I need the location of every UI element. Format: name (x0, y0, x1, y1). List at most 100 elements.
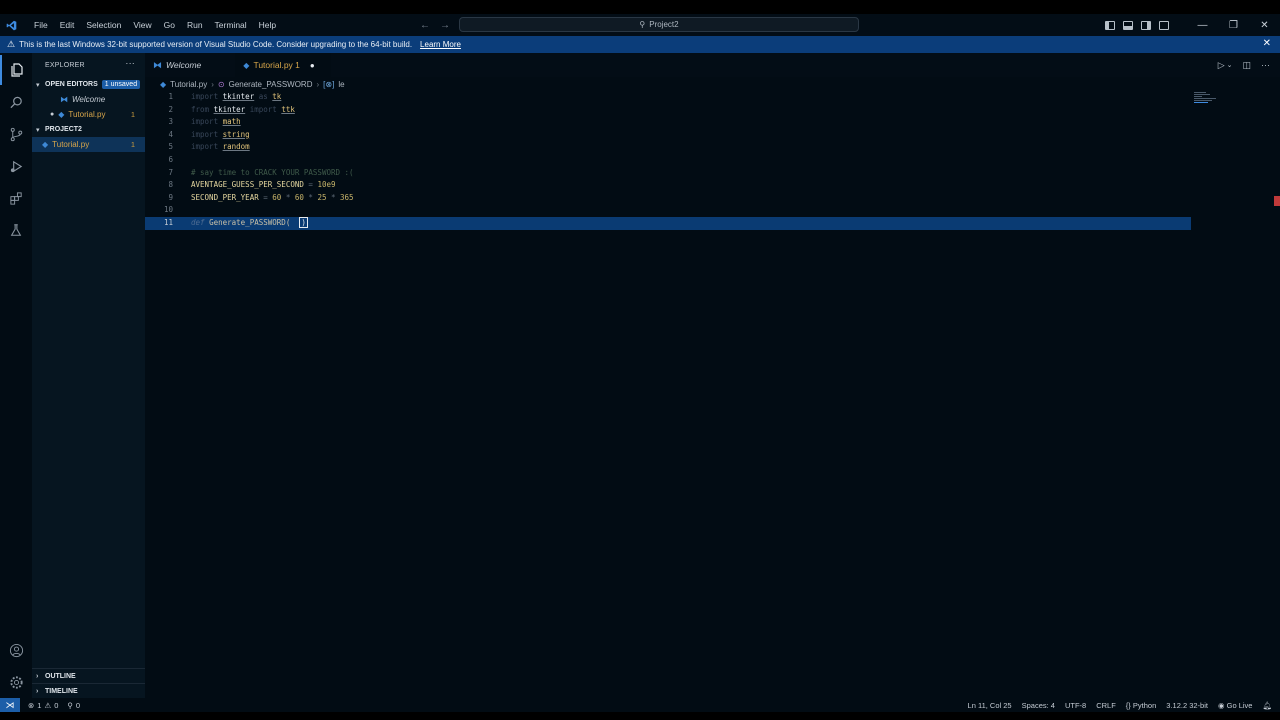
code-line: 5 import random (145, 141, 1191, 154)
menu-help[interactable]: Help (253, 20, 282, 30)
go-live-button[interactable]: ◉ Go Live (1218, 701, 1253, 710)
status-bar: ⋊ ⊗ 1 ⚠ 0 ⚲ 0 Ln 11, Col 25 Spaces: 4 UT… (0, 698, 1280, 712)
chevron-down-icon[interactable]: ⌄ (1227, 61, 1233, 69)
toggle-panel-icon[interactable] (1123, 20, 1133, 30)
end-of-line[interactable]: CRLF (1096, 701, 1116, 710)
extensions-icon[interactable] (0, 183, 32, 213)
code-line-current: 11 def Generate_PASSWORD( ) (145, 217, 1191, 230)
forward-arrow-icon[interactable]: → (440, 20, 450, 31)
vscode-file-icon: ⧓ (153, 59, 162, 70)
more-actions-icon[interactable]: ··· (125, 58, 135, 68)
menu-edit[interactable]: Edit (54, 20, 81, 30)
toggle-sidebar-icon[interactable] (1105, 20, 1115, 30)
split-editor-icon[interactable]: ◫ (1242, 60, 1251, 71)
outline-section[interactable]: › OUTLINE (32, 668, 145, 683)
encoding[interactable]: UTF-8 (1065, 701, 1086, 710)
close-icon[interactable]: ✕ (1263, 38, 1271, 49)
menu-terminal[interactable]: Terminal (209, 20, 253, 30)
explorer-sidebar: EXPLORER ··· ▾ OPEN EDITORS 1 unsaved ⧓ … (32, 53, 145, 698)
error-icon: ⊗ (28, 700, 35, 710)
python-file-icon: ◆ (243, 60, 250, 70)
menu-go[interactable]: Go (158, 20, 181, 30)
explorer-icon[interactable] (0, 55, 32, 85)
chevron-right-icon: › (36, 687, 39, 695)
account-icon[interactable] (0, 635, 32, 665)
python-file-icon: ◆ (42, 140, 49, 149)
menu-file[interactable]: File (28, 20, 54, 30)
back-arrow-icon[interactable]: ← (420, 20, 430, 31)
language-mode[interactable]: {} Python (1126, 701, 1156, 710)
editor-tabs: ⧓ Welcome ◆ Tutorial.py 1 ● ▷ ⌄ ◫ ··· (145, 53, 1280, 77)
python-file-icon: ◆ (160, 79, 167, 89)
settings-gear-icon[interactable] (0, 667, 32, 697)
customize-layout-icon[interactable] (1159, 20, 1169, 30)
more-actions-icon[interactable]: ··· (1261, 60, 1270, 70)
breadcrumb-sub[interactable]: le (338, 80, 344, 89)
sidebar-title: EXPLORER (45, 61, 85, 69)
line-number: 7 (168, 167, 173, 177)
search-icon[interactable] (0, 87, 32, 117)
line-number: 6 (168, 155, 173, 164)
menu-bar: File Edit Selection View Go Run Terminal… (28, 20, 282, 30)
line-number: 11 (163, 218, 173, 227)
line-number: 8 (168, 180, 173, 190)
open-editor-tutorial[interactable]: ● ◆ Tutorial.py 1 (32, 107, 145, 122)
run-debug-icon[interactable] (0, 151, 32, 181)
sidebar-bottom-sections: › OUTLINE › TIMELINE (32, 668, 145, 698)
title-right-controls: — ❐ ✕ (1105, 14, 1280, 36)
open-editors-section[interactable]: ▾ OPEN EDITORS 1 unsaved (32, 77, 145, 92)
layout-controls (1105, 20, 1169, 30)
unsaved-badge: 1 unsaved (101, 80, 141, 89)
tab-welcome[interactable]: ⧓ Welcome (145, 53, 209, 77)
notifications-bell-icon[interactable]: 🔔︎ (1262, 701, 1272, 710)
tab-tutorial-py[interactable]: ◆ Tutorial.py 1 ● (235, 53, 331, 77)
chevron-down-icon: ▾ (36, 81, 40, 89)
code-line: 9 SECOND_PER_YEAR = 60 * 60 * 25 * 365 (145, 192, 1191, 205)
python-interpreter[interactable]: 3.12.2 32-bit (1166, 701, 1208, 710)
code-editor[interactable]: 1 import tkinter as tk 2 from tkinter im… (145, 91, 1280, 698)
command-center[interactable]: ⚲ Project2 (459, 17, 859, 32)
breadcrumb-symbol[interactable]: Generate_PASSWORD (229, 80, 313, 89)
search-icon: ⚲ (639, 20, 646, 29)
breadcrumb-file[interactable]: Tutorial.py (170, 80, 207, 89)
notification-banner: ⚠ This is the last Windows 32-bit suppor… (0, 36, 1280, 53)
text-cursor: ) (299, 217, 308, 228)
vscode-file-icon: ⧓ (60, 95, 68, 104)
menu-view[interactable]: View (127, 20, 157, 30)
line-number: 1 (168, 92, 173, 101)
project-label: PROJECT2 (45, 126, 82, 133)
code-line: 4 import string (145, 129, 1191, 142)
unsaved-dot-icon[interactable]: ● (50, 111, 54, 118)
code-line: 1 import tkinter as tk (145, 91, 1191, 104)
code-line: 6 (145, 154, 1191, 167)
learn-more-link[interactable]: Learn More (420, 40, 461, 49)
file-tutorial-py[interactable]: ◆ Tutorial.py 1 (32, 137, 145, 152)
line-number: 2 (168, 104, 173, 114)
indentation[interactable]: Spaces: 4 (1022, 701, 1055, 710)
run-file-icon[interactable]: ▷ (1218, 60, 1225, 71)
broadcast-icon: ◉ (1217, 700, 1225, 710)
minimap[interactable] (1194, 91, 1220, 105)
restore-button[interactable]: ❐ (1218, 20, 1249, 31)
remote-indicator-icon[interactable]: ⋊ (0, 698, 20, 712)
menu-selection[interactable]: Selection (80, 20, 127, 30)
timeline-label: TIMELINE (45, 687, 78, 695)
project-section[interactable]: ▾ PROJECT2 (32, 122, 145, 137)
tab-label: Tutorial.py 1 (253, 60, 300, 70)
activity-bar (0, 53, 32, 698)
timeline-section[interactable]: › TIMELINE (32, 683, 145, 698)
cursor-position[interactable]: Ln 11, Col 25 (968, 701, 1012, 710)
tab-actions: ▷ ⌄ ◫ ··· (1218, 53, 1270, 77)
problems-status[interactable]: ⊗ 1 ⚠ 0 ⚲ 0 (28, 701, 80, 710)
close-window-button[interactable]: ✕ (1249, 20, 1280, 31)
testing-icon[interactable] (0, 215, 32, 245)
minimize-button[interactable]: — (1187, 20, 1218, 31)
chevron-right-icon: › (316, 79, 320, 89)
open-editor-welcome[interactable]: ⧓ Welcome (32, 92, 145, 107)
source-control-icon[interactable] (0, 119, 32, 149)
nav-arrows: ← → (420, 14, 450, 36)
unsaved-dot-icon[interactable]: ● (310, 61, 315, 70)
toggle-secondary-sidebar-icon[interactable] (1141, 20, 1151, 30)
menu-run[interactable]: Run (181, 20, 209, 30)
ports-count: 0 (75, 700, 81, 710)
